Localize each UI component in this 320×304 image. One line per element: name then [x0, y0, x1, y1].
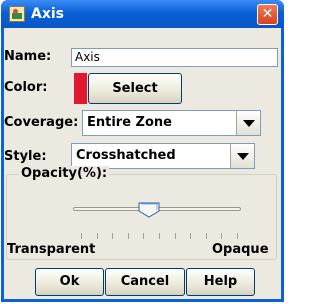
- slider-tick: [127, 233, 129, 239]
- chevron-down-icon[interactable]: [230, 144, 254, 168]
- help-button[interactable]: Help: [186, 268, 255, 296]
- color-label: Color:: [4, 80, 48, 95]
- dialog-content: Name: Axis Color: Select Coverage: Entir…: [4, 28, 281, 299]
- slider-tick: [205, 233, 207, 239]
- opacity-group: Opacity(%): Transparent Opaque: [6, 166, 277, 260]
- name-field[interactable]: Axis: [71, 48, 278, 67]
- slider-tick: [174, 233, 176, 239]
- style-value: Crosshatched: [76, 148, 176, 163]
- slider-tick: [112, 233, 114, 239]
- opacity-slider-thumb[interactable]: [138, 202, 160, 218]
- app-icon: [9, 6, 25, 22]
- style-label: Style:: [4, 149, 47, 164]
- select-color-button[interactable]: Select: [88, 73, 182, 104]
- coverage-label: Coverage:: [4, 115, 79, 130]
- title-bar[interactable]: Axis ✕: [1, 0, 284, 28]
- slider-tick: [96, 233, 98, 239]
- coverage-value: Entire Zone: [87, 115, 172, 130]
- window-title: Axis: [31, 6, 64, 22]
- opacity-title: Opacity(%):: [19, 166, 110, 181]
- color-swatch: [74, 73, 87, 104]
- slider-tick: [221, 233, 223, 239]
- slider-tick: [190, 233, 192, 239]
- cancel-button[interactable]: Cancel: [105, 268, 185, 296]
- opacity-ticks: [81, 233, 238, 239]
- ok-button[interactable]: Ok: [35, 268, 104, 296]
- slider-tick: [143, 233, 145, 239]
- transparent-label: Transparent: [7, 242, 96, 257]
- opaque-label: Opaque: [212, 242, 269, 257]
- coverage-dropdown[interactable]: Entire Zone: [82, 110, 261, 136]
- close-icon: ✕: [261, 6, 274, 22]
- slider-tick: [159, 233, 160, 239]
- close-button[interactable]: ✕: [257, 4, 278, 25]
- axis-dialog: Axis ✕ Name: Axis Color: Select Coverage…: [1, 0, 284, 302]
- slider-tick: [81, 233, 82, 239]
- name-label: Name:: [4, 49, 52, 64]
- slider-tick: [237, 233, 238, 239]
- chevron-down-icon[interactable]: [236, 111, 260, 135]
